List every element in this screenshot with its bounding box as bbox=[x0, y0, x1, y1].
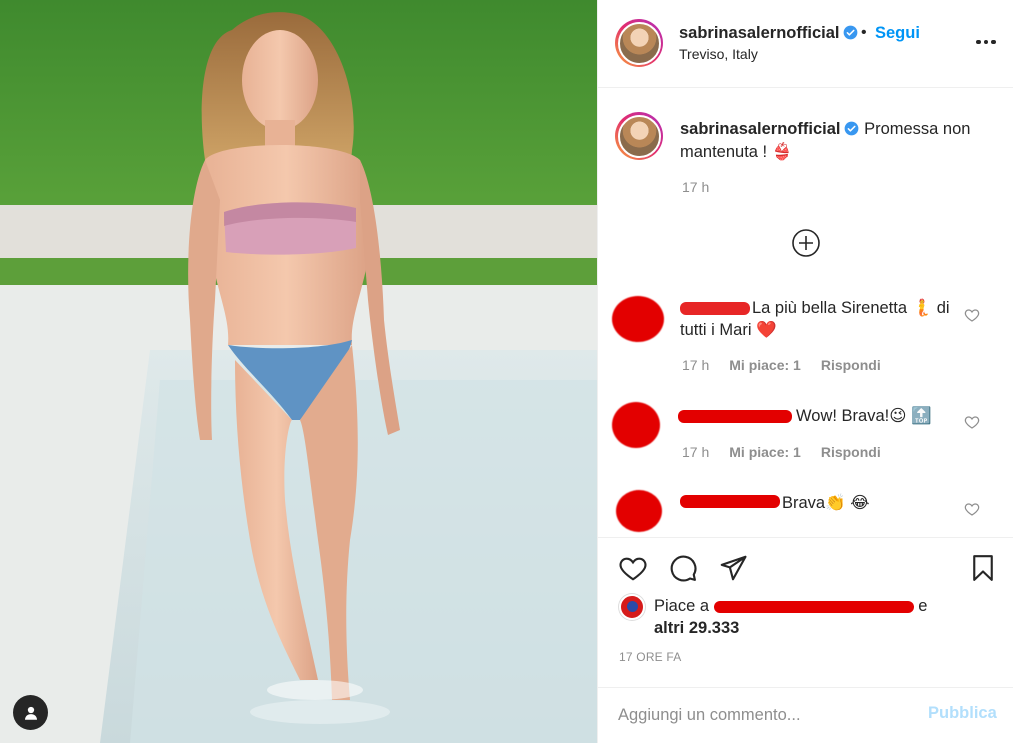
post-photo[interactable] bbox=[0, 0, 597, 743]
author-username[interactable]: sabrinasalernofficial bbox=[679, 24, 858, 43]
post-actions: Piace a e altri 29.333 17 ORE FA bbox=[598, 537, 1013, 687]
comment-input[interactable] bbox=[618, 703, 918, 727]
heart-icon[interactable] bbox=[618, 553, 648, 583]
heart-icon[interactable] bbox=[964, 414, 980, 430]
likes-suffix: e bbox=[918, 597, 928, 615]
comment-likes[interactable]: Mi piace: 1 bbox=[729, 357, 801, 373]
plus-circle-icon[interactable] bbox=[791, 228, 821, 258]
commenter-avatar-redacted[interactable] bbox=[612, 402, 660, 448]
publish-button[interactable]: Pubblica bbox=[928, 704, 997, 723]
likes-prefix: Piace a bbox=[654, 597, 710, 615]
post-caption: sabrinasalernofficial Promessa non mante… bbox=[680, 118, 980, 164]
photo-scene bbox=[0, 0, 597, 743]
post-time-ago[interactable]: 17 ORE FA bbox=[619, 650, 682, 664]
verified-badge-icon bbox=[845, 121, 859, 136]
likes-count[interactable]: altri 29.333 bbox=[654, 619, 739, 637]
heart-icon[interactable] bbox=[964, 307, 980, 323]
send-icon[interactable] bbox=[718, 553, 748, 583]
comment-time[interactable]: 17 h bbox=[682, 357, 709, 373]
more-options-icon[interactable] bbox=[974, 32, 998, 52]
comment-text-content: La più bella Sirenetta 🧜 di tutti i Mari… bbox=[680, 299, 950, 339]
comment-text-content: Wow! Brava!😉 🔝 bbox=[796, 407, 932, 425]
caption-username[interactable]: sabrinasalernofficial bbox=[680, 120, 840, 138]
post-location[interactable]: Treviso, Italy bbox=[679, 46, 758, 62]
tagged-users-button[interactable] bbox=[13, 695, 48, 730]
commenter-avatar-redacted[interactable] bbox=[612, 296, 664, 342]
comment-meta: 17 h Mi piace: 1 Rispondi bbox=[682, 444, 881, 460]
caption-author-avatar[interactable] bbox=[615, 112, 663, 160]
likes-summary: Piace a e altri 29.333 bbox=[654, 595, 974, 639]
bookmark-icon[interactable] bbox=[968, 553, 998, 583]
comment-likes[interactable]: Mi piace: 1 bbox=[729, 444, 801, 460]
reply-button[interactable]: Rispondi bbox=[821, 357, 881, 373]
follow-button[interactable]: Segui bbox=[875, 24, 920, 43]
comment-text: La più bella Sirenetta 🧜 di tutti i Mari… bbox=[680, 297, 960, 341]
verified-badge-icon bbox=[844, 25, 858, 40]
comment-text-content: Brava👏 😂 bbox=[782, 494, 870, 512]
commenter-avatar-redacted[interactable] bbox=[616, 490, 662, 532]
author-avatar[interactable] bbox=[615, 19, 663, 67]
post-header: sabrinasalernofficial • Segui Treviso, I… bbox=[598, 0, 1013, 88]
author-username-text[interactable]: sabrinasalernofficial bbox=[679, 24, 839, 42]
comment-composer: Pubblica bbox=[598, 687, 1013, 743]
comment-text: Wow! Brava!😉 🔝 bbox=[680, 405, 960, 427]
comment-meta: 17 h Mi piace: 1 Rispondi bbox=[682, 357, 881, 373]
comment-time[interactable]: 17 h bbox=[682, 444, 709, 460]
separator-dot: • bbox=[861, 24, 867, 41]
heart-icon[interactable] bbox=[964, 501, 980, 517]
liker-avatar[interactable] bbox=[619, 594, 645, 620]
comment-icon[interactable] bbox=[668, 553, 698, 583]
post-details-panel: sabrinasalernofficial • Segui Treviso, I… bbox=[597, 0, 1013, 743]
reply-button[interactable]: Rispondi bbox=[821, 444, 881, 460]
caption-timestamp[interactable]: 17 h bbox=[682, 179, 709, 195]
liker-username-redacted[interactable] bbox=[713, 600, 914, 613]
comment-text: Brava👏 😂 bbox=[680, 492, 960, 514]
user-icon bbox=[24, 706, 37, 720]
